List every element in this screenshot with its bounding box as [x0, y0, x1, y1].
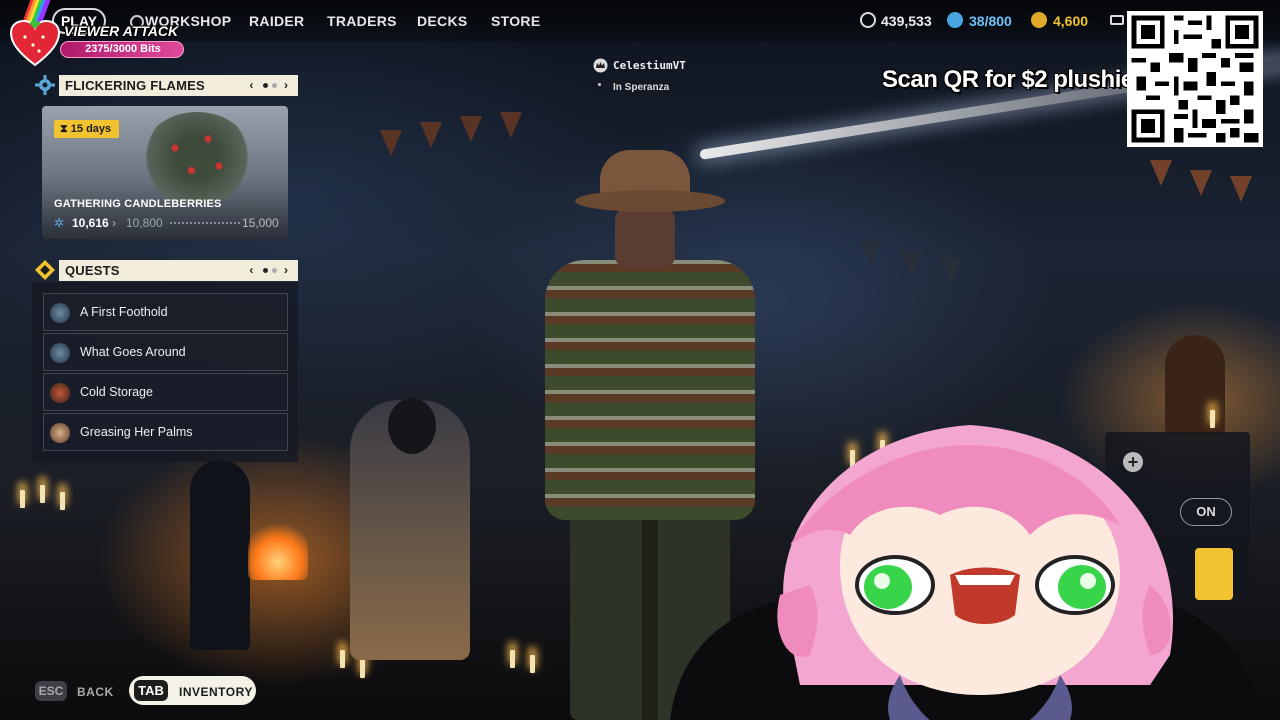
- quests-pager[interactable]: ‹ ›: [249, 260, 290, 281]
- bunting-flag: [1190, 170, 1212, 196]
- candle: [360, 660, 365, 678]
- bunting-flag: [1230, 176, 1252, 202]
- vtuber-avatar: [670, 425, 1260, 720]
- quest-item[interactable]: Greasing Her Palms: [43, 413, 288, 451]
- player-location: In Speranza: [613, 82, 670, 93]
- tab-key: TAB: [134, 680, 168, 701]
- bunting-flag: [460, 116, 482, 142]
- candle: [340, 650, 345, 668]
- coin-icon: [860, 12, 876, 28]
- qr-code-icon[interactable]: [1127, 11, 1263, 147]
- bunting-flag: [420, 122, 442, 148]
- back-label[interactable]: BACK: [77, 685, 114, 699]
- raider-portrait-icon: [50, 343, 70, 363]
- chevron-right-icon[interactable]: ›: [284, 263, 290, 277]
- quest-label: A First Foothold: [80, 305, 168, 319]
- npc-silhouette: [190, 460, 250, 650]
- candleberry-tree-image: [142, 112, 252, 202]
- inventory-button[interactable]: TAB INVENTORY: [129, 676, 256, 705]
- qr-caption: Scan QR for $2 plushie!: [882, 66, 1142, 93]
- nav-store[interactable]: STORE: [491, 13, 540, 29]
- candle: [40, 485, 45, 503]
- coin-balance: 439,533: [881, 13, 932, 29]
- nav-raider[interactable]: RAIDER: [249, 13, 304, 29]
- quests-header: QUESTS ‹ ›: [59, 260, 298, 281]
- event-current-value: 10,616: [72, 216, 109, 230]
- event-milestone-value: 10,800: [126, 216, 163, 230]
- bits-progress-bar: 2375/3000 Bits: [60, 41, 184, 58]
- quest-item[interactable]: Cold Storage: [43, 373, 288, 411]
- quest-label: What Goes Around: [80, 345, 186, 359]
- quest-label: Cold Storage: [80, 385, 153, 399]
- top-nav-bar: PLAY WORKSHOP RAIDER TRADERS DECKS STORE…: [0, 0, 1280, 42]
- candle: [60, 492, 65, 510]
- character-hat-brim: [575, 190, 725, 212]
- strawberry-heart-icon: [9, 19, 61, 67]
- pager-dot-active: [262, 83, 268, 89]
- pager-dot: [271, 83, 277, 89]
- character-face: [615, 208, 675, 268]
- location-dot-icon: [598, 83, 601, 86]
- event-pager[interactable]: ‹ ›: [249, 75, 290, 96]
- raider-portrait-icon: [50, 303, 70, 323]
- hourglass-icon: ⧗: [60, 123, 71, 135]
- mail-icon[interactable]: [1110, 15, 1124, 25]
- days-remaining-badge: ⧗ 15 days: [54, 120, 120, 138]
- gear-small-icon: ✲: [54, 216, 65, 230]
- bunting-flag: [940, 258, 962, 284]
- pager-dot: [271, 268, 277, 274]
- chevron-left-icon[interactable]: ‹: [249, 263, 255, 277]
- bunting-flag: [500, 112, 522, 138]
- trader-portrait-icon: [50, 423, 70, 443]
- crown-icon: [593, 58, 608, 73]
- bunting-flag: [1150, 160, 1172, 186]
- token-icon: [947, 12, 963, 28]
- quest-item[interactable]: A First Foothold: [43, 293, 288, 331]
- bunting-flag: [900, 250, 922, 276]
- credits-icon: [1031, 12, 1047, 28]
- candle: [20, 490, 25, 508]
- event-progress: ✲ 10,616 › 10,800 15,000: [54, 216, 279, 230]
- bits-progress-text: 2375/3000 Bits: [85, 43, 161, 55]
- token-balance: 38/800: [969, 13, 1012, 29]
- quests-title: QUESTS: [65, 263, 120, 278]
- player-name: CelestiumVT: [613, 59, 686, 72]
- bunting-flag: [860, 240, 882, 266]
- chevron-left-icon[interactable]: ‹: [249, 78, 255, 92]
- trader-portrait-icon: [50, 383, 70, 403]
- milestone-track: [170, 222, 240, 226]
- quest-label: Greasing Her Palms: [80, 425, 193, 439]
- gear-icon: [35, 75, 55, 95]
- viewer-attack-title: VIEWER ATTACK: [64, 23, 179, 39]
- quest-item[interactable]: What Goes Around: [43, 333, 288, 371]
- bunting-flag: [380, 130, 402, 156]
- inventory-label: INVENTORY: [179, 685, 253, 699]
- event-objective-title: GATHERING CANDLEBERRIES: [54, 198, 222, 210]
- event-title: FLICKERING FLAMES: [65, 78, 205, 93]
- esc-key[interactable]: ESC: [35, 681, 67, 701]
- pager-dot-active: [262, 268, 268, 274]
- event-max-value: 15,000: [242, 216, 279, 230]
- event-header: FLICKERING FLAMES ‹ ›: [59, 75, 298, 96]
- nav-decks[interactable]: DECKS: [417, 13, 468, 29]
- event-card[interactable]: ⧗ 15 days GATHERING CANDLEBERRIES ✲ 10,6…: [42, 106, 288, 239]
- credits-balance: 4,600: [1053, 13, 1089, 29]
- chevron-right-small-icon: ›: [112, 216, 116, 230]
- robed-statue-head: [388, 398, 436, 454]
- chevron-right-icon[interactable]: ›: [284, 78, 290, 92]
- nav-traders[interactable]: TRADERS: [327, 13, 397, 29]
- quest-diamond-icon: [35, 260, 55, 280]
- fire-barrel: [248, 520, 308, 580]
